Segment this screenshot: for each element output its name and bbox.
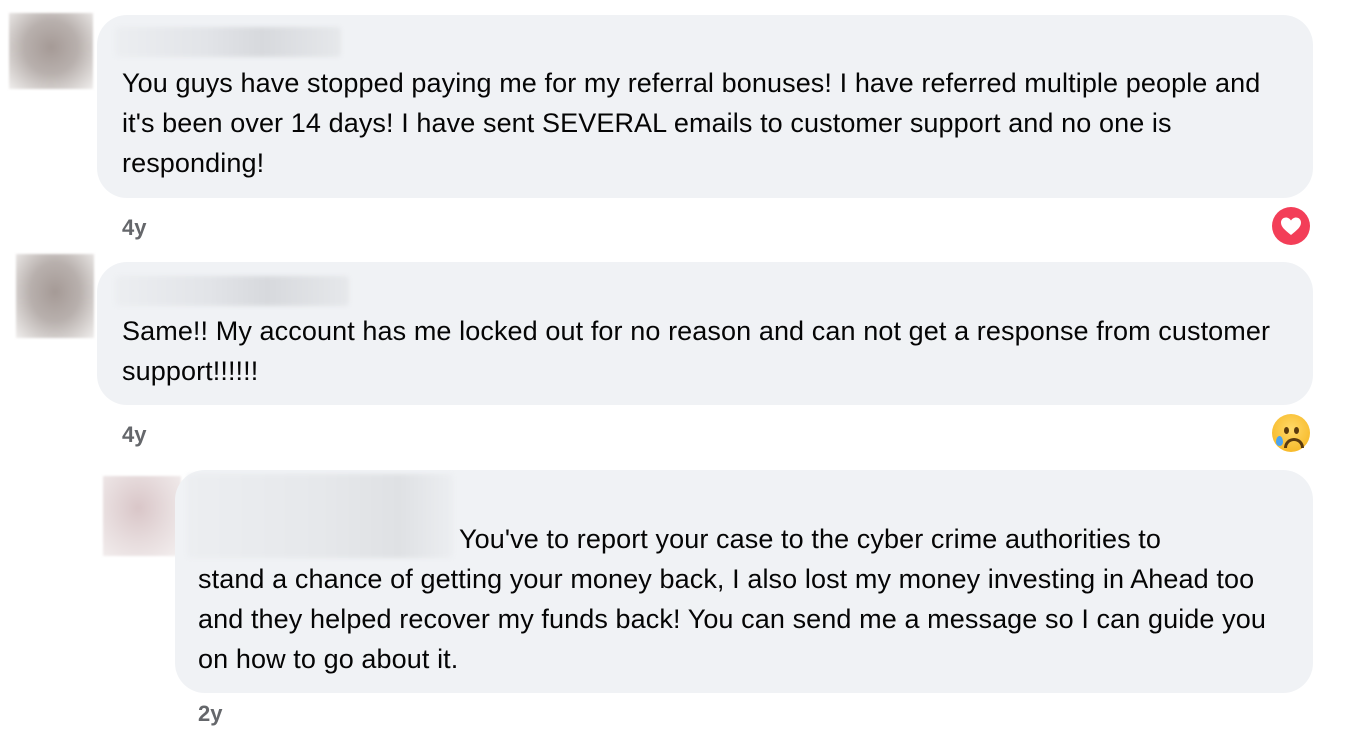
heart-icon [1281, 217, 1301, 235]
commenter-avatar[interactable] [103, 476, 181, 556]
comment-timestamp[interactable]: 4y [122, 215, 146, 241]
comment-timestamp[interactable]: 4y [122, 422, 146, 448]
commenter-avatar[interactable] [9, 13, 93, 89]
comment-text: You guys have stopped paying me for my r… [122, 68, 1268, 178]
sad-mouth [1284, 438, 1304, 448]
commenter-name-redacted[interactable] [187, 474, 453, 558]
reply-bubble: You've to report your case to the cyber … [175, 470, 1313, 693]
tear-icon [1276, 436, 1283, 446]
comment-bubble: You guys have stopped paying me for my r… [97, 15, 1313, 198]
comment-text: stand a chance of getting your money bac… [198, 564, 1274, 674]
commenter-name-redacted[interactable] [115, 276, 349, 306]
commenter-name-redacted[interactable] [115, 27, 341, 57]
comment-timestamp[interactable]: 2y [198, 701, 222, 727]
sad-eye-left [1284, 427, 1289, 434]
comment-bubble: Same!! My account has me locked out for … [97, 262, 1313, 405]
sad-reaction-icon[interactable] [1272, 414, 1310, 452]
sad-eye-right [1294, 427, 1299, 434]
comment-text-first-line: You've to report your case to the cyber … [459, 524, 1162, 554]
love-reaction-icon[interactable] [1272, 207, 1310, 245]
comment-text: Same!! My account has me locked out for … [122, 316, 1278, 386]
commenter-avatar[interactable] [16, 254, 94, 338]
